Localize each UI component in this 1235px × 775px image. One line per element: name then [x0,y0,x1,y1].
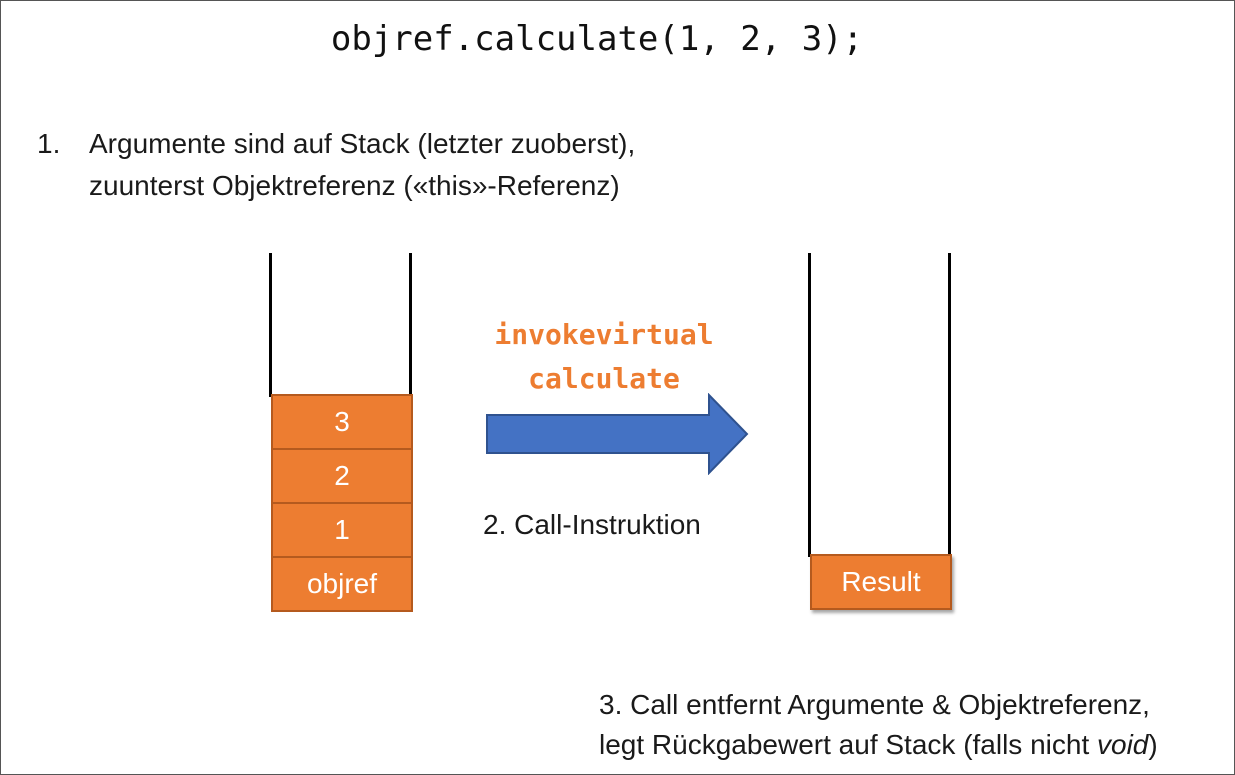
instruction-opcode: invokevirtual [494,318,714,351]
stack-cell-arg2: 2 [271,448,413,504]
right-arrow-icon [486,393,749,475]
step3-line1: 3. Call entfernt Argumente & Objektrefer… [599,689,1150,720]
step3-line2-suffix: ) [1148,729,1158,760]
step1-line2: zuunterst Objektreferenz («this»-Referen… [89,170,620,201]
slide-frame: objref.calculate(1, 2, 3); 1. Argumente … [0,0,1235,775]
stack-cell-arg1: 1 [271,502,413,558]
instruction-label: invokevirtual calculate [469,313,739,401]
step1-number: 1. [37,128,61,159]
step2-text: 2. Call-Instruktion [483,509,701,540]
stack-cell-objref: objref [271,556,413,612]
step3-line2-prefix: legt Rückgabewert auf Stack (falls nicht [599,729,1098,760]
stack-before-left-wall [269,253,272,397]
step1-lines: Argumente sind auf Stack (letzter zuober… [89,123,635,207]
stack-cell-result: Result [810,554,952,610]
code-title: objref.calculate(1, 2, 3); [330,19,864,59]
stack-after-right-wall [948,253,951,557]
step3-text: 3. Call entfernt Argumente & Objektrefer… [599,685,1158,765]
step1-line1: Argumente sind auf Stack (letzter zuober… [89,128,636,159]
stack-after-left-wall [808,253,811,557]
step3-void-keyword: void [1097,729,1149,760]
stack-cell-arg3: 3 [271,394,413,450]
step3-line2: legt Rückgabewert auf Stack (falls nicht… [599,725,1158,765]
stack-before-right-wall [409,253,412,397]
